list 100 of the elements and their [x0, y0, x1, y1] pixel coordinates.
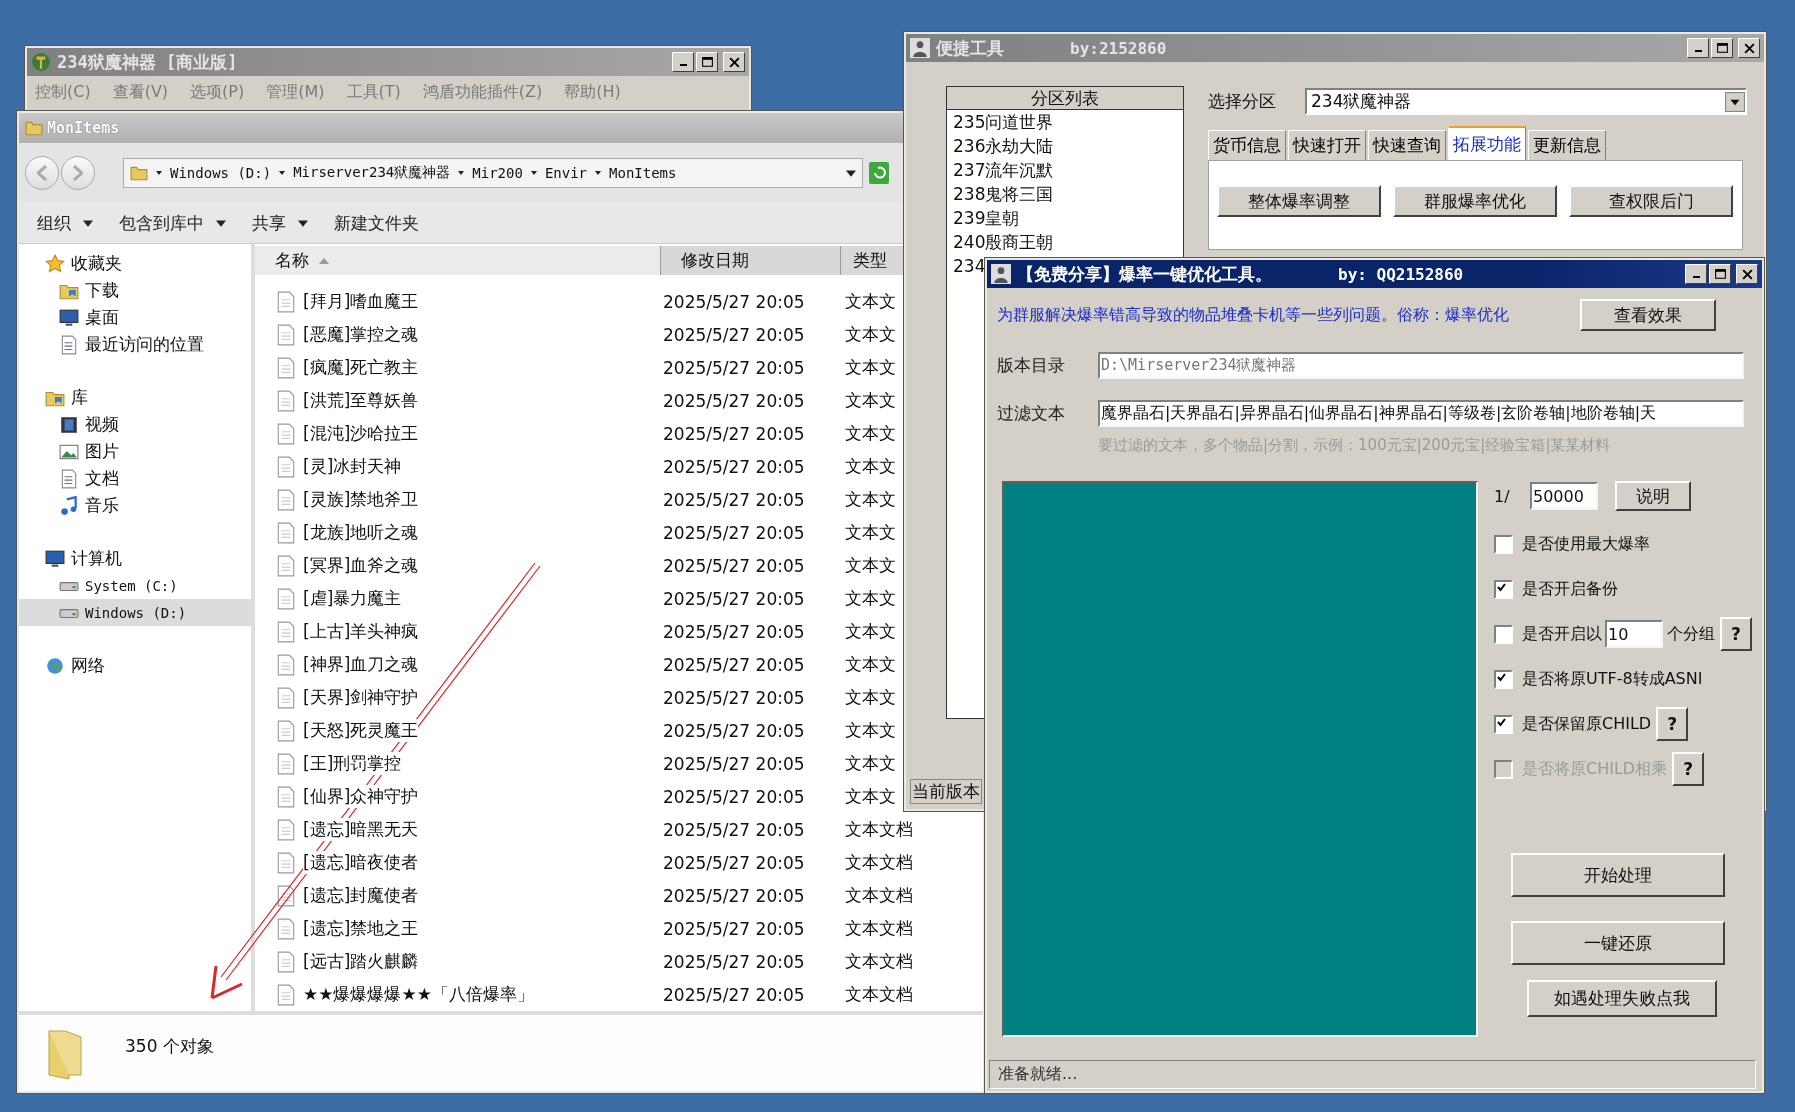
file-name[interactable]: [天怒]死灵魔王 — [303, 719, 419, 742]
caret-icon[interactable] — [529, 169, 538, 177]
file-name[interactable]: [混沌]沙哈拉王 — [303, 422, 419, 445]
file-name[interactable]: [疯魔]死亡教主 — [303, 356, 419, 379]
nav-item[interactable]: 音乐 — [19, 492, 251, 519]
tab[interactable]: 拓展功能 — [1448, 126, 1526, 160]
nav-item[interactable]: 库 — [19, 384, 251, 411]
tab[interactable]: 更新信息 — [1528, 130, 1606, 160]
close-button[interactable] — [1736, 264, 1758, 284]
breadcrumb-item[interactable]: Envir — [544, 165, 588, 181]
globe-icon — [45, 655, 65, 676]
tab[interactable]: 快速查询 — [1368, 130, 1446, 160]
partition-item[interactable]: 237流年沉默 — [947, 158, 1183, 182]
action-button[interactable]: 开始处理 — [1511, 853, 1725, 897]
tab[interactable]: 货币信息 — [1208, 130, 1286, 160]
tab[interactable]: 快速打开 — [1288, 130, 1366, 160]
file-name[interactable]: [神界]血刀之魂 — [303, 653, 419, 676]
breadcrumb-item[interactable]: Mir200 — [472, 165, 523, 181]
file-name[interactable]: [远古]踏火麒麟 — [303, 950, 419, 973]
nav-item[interactable]: 收藏夹 — [19, 250, 251, 277]
nav-item[interactable]: 文档 — [19, 465, 251, 492]
nav-item[interactable]: System (C:) — [19, 572, 251, 599]
dropdown-icon[interactable] — [846, 168, 856, 178]
file-name[interactable]: [灵族]禁地斧卫 — [303, 488, 419, 511]
file-name[interactable]: [拜月]嗜血魔王 — [303, 290, 419, 313]
file-name[interactable]: [龙族]地听之魂 — [303, 521, 419, 544]
group-size-field[interactable]: 10 — [1605, 620, 1663, 648]
column-header[interactable]: 类型 — [841, 246, 898, 275]
partition-select[interactable]: 234狱魔神器 — [1305, 88, 1747, 115]
action-button[interactable]: 查权限后门 — [1569, 185, 1733, 217]
ratio-field[interactable]: 50000 — [1530, 482, 1598, 510]
modified-date: 2025/5/27 20:05 — [663, 918, 805, 939]
nav-item[interactable]: 最近访问的位置 — [19, 331, 251, 358]
toolbar-button[interactable]: 包含到库中 — [111, 209, 234, 237]
column-header[interactable]: 修改日期 — [661, 246, 841, 275]
description-text: 为群服解决爆率错高导致的物品堆叠卡机等一些列问题。俗称：爆率优化 — [997, 304, 1509, 326]
file-name[interactable]: [上古]羊头神疯 — [303, 620, 419, 643]
partition-item[interactable]: 239皇朝 — [947, 206, 1183, 230]
nav-item[interactable]: Windows (D:) — [19, 599, 251, 626]
nav-item[interactable]: 计算机 — [19, 545, 251, 572]
maximize-button[interactable] — [1709, 264, 1731, 284]
action-button[interactable]: 一键还原 — [1511, 921, 1725, 965]
document-icon — [277, 950, 295, 973]
checkbox[interactable] — [1494, 669, 1513, 689]
file-name[interactable]: [遗忘]封魔使者 — [303, 884, 419, 907]
nav-item[interactable]: 下载 — [19, 277, 251, 304]
sort-icon — [319, 257, 329, 264]
help-button[interactable]: ? — [1720, 617, 1752, 651]
toolbar-button[interactable]: 共享 — [244, 209, 316, 237]
document-icon — [277, 521, 295, 544]
checkbox[interactable] — [1494, 534, 1513, 554]
modified-date: 2025/5/27 20:05 — [663, 456, 805, 477]
refresh-icon[interactable] — [869, 162, 889, 184]
modified-date: 2025/5/27 20:05 — [663, 324, 805, 345]
action-button[interactable]: 整体爆率调整 — [1217, 185, 1381, 217]
partition-item[interactable]: 235问道世界 — [947, 110, 1183, 134]
breadcrumb-item[interactable]: Mirserver234狱魔神器 — [293, 164, 451, 182]
file-name[interactable]: [王]刑罚掌控 — [303, 752, 402, 775]
file-name[interactable]: [冥界]血斧之魂 — [303, 554, 419, 577]
nav-item[interactable]: 视频 — [19, 411, 251, 438]
document-icon — [277, 752, 295, 775]
checkbox[interactable] — [1494, 714, 1513, 734]
text-field[interactable]: D:\Mirserver234狱魔神器 — [1098, 352, 1744, 379]
dropdown-icon[interactable] — [1725, 91, 1745, 112]
action-button[interactable]: 如遇处理失败点我 — [1527, 980, 1717, 1017]
nav-item[interactable]: 图片 — [19, 438, 251, 465]
caret-icon[interactable] — [594, 169, 603, 177]
help-button[interactable]: ? — [1656, 707, 1689, 741]
address-bar[interactable]: Windows (D:) Mirserver234狱魔神器 Mir200 Envir MonItems — [123, 158, 863, 188]
file-name[interactable]: [灵]冰封天神 — [303, 455, 402, 478]
text-field[interactable]: 魔界晶石|天界晶石|异界晶石|仙界晶石|神界晶石|等级卷|玄阶卷轴|地阶卷轴|天 — [1098, 400, 1744, 427]
document-icon — [277, 785, 295, 808]
minimize-button[interactable] — [1685, 264, 1707, 284]
file-name[interactable]: [天界]剑神守护 — [303, 686, 419, 709]
column-header[interactable]: 名称 — [255, 246, 661, 275]
explain-button[interactable]: 说明 — [1615, 481, 1691, 511]
action-button[interactable]: 群服爆率优化 — [1393, 185, 1557, 217]
partition-item[interactable]: 238鬼将三国 — [947, 182, 1183, 206]
file-type: 文本文 — [845, 356, 896, 379]
preview-button[interactable]: 查看效果 — [1580, 299, 1716, 331]
file-name[interactable]: [遗忘]暗黑无天 — [303, 818, 419, 841]
file-name[interactable]: [虐]暴力魔主 — [303, 587, 402, 610]
nav-item[interactable]: 网络 — [19, 652, 251, 679]
partition-item[interactable]: 236永劫大陆 — [947, 134, 1183, 158]
file-name[interactable]: [遗忘]禁地之王 — [303, 917, 419, 940]
breadcrumb-item[interactable]: Windows (D:) — [170, 165, 272, 181]
caret-icon[interactable] — [155, 169, 163, 177]
file-name[interactable]: [仙界]众神守护 — [303, 785, 419, 808]
toolbar-button[interactable]: 新建文件夹 — [326, 209, 427, 237]
breadcrumb-item[interactable]: MonItems — [609, 165, 677, 181]
checkbox[interactable] — [1494, 579, 1513, 599]
toolbar-button[interactable]: 组织 — [29, 209, 101, 237]
caret-icon[interactable] — [457, 169, 466, 177]
nav-item[interactable]: 桌面 — [19, 304, 251, 331]
file-name[interactable]: [洪荒]至尊妖兽 — [303, 389, 419, 412]
file-name[interactable]: [恶魔]掌控之魂 — [303, 323, 419, 346]
caret-icon[interactable] — [278, 169, 287, 177]
file-name[interactable]: [遗忘]暗夜使者 — [303, 851, 419, 874]
partition-item[interactable]: 240殷商王朝 — [947, 230, 1183, 254]
checkbox[interactable] — [1494, 624, 1513, 644]
